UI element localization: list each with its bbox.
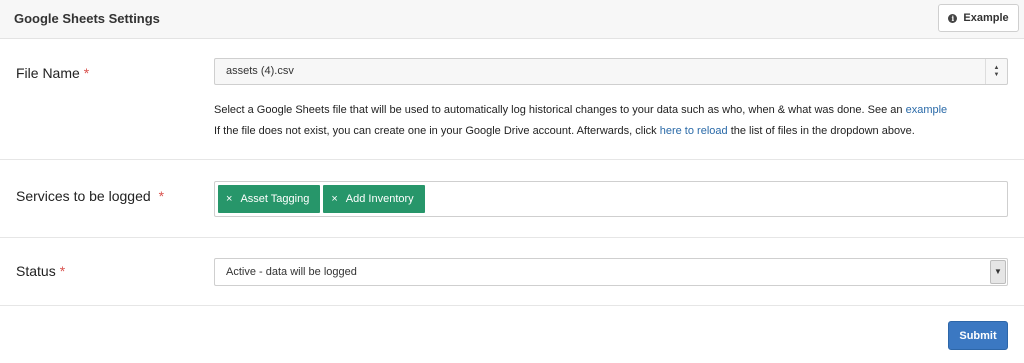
page-title: Google Sheets Settings [14,11,160,26]
settings-header: Google Sheets Settings i Example [0,0,1024,39]
remove-tag-icon[interactable]: × [331,193,337,205]
status-value: Active - data will be logged [226,266,357,278]
required-mark: * [83,65,90,81]
example-button-label: Example [963,12,1009,24]
services-label-text: Services to be logged [16,188,151,204]
file-name-label-text: File Name [16,65,80,81]
file-help-line2-suffix: the list of files in the dropdown above. [730,125,915,137]
services-row: Services to be logged * × Asset Tagging ×… [0,160,1024,238]
file-help-line1: Select a Google Sheets file that will be… [214,104,903,116]
status-row: Status * Active - data will be logged ▼ [0,238,1024,306]
file-name-value: assets (4).csv [226,65,294,77]
service-tag-asset-tagging[interactable]: × Asset Tagging [218,185,321,213]
services-multiselect[interactable]: × Asset Tagging × Add Inventory [214,181,1008,217]
file-help-text-2: If the file does not exist, you can crea… [214,125,915,137]
info-icon: i [948,13,958,23]
tag-label: Add Inventory [345,193,414,205]
service-tag-add-inventory[interactable]: × Add Inventory [323,185,425,213]
required-mark: * [158,188,165,204]
example-link[interactable]: example [906,104,948,116]
file-help-line2-prefix: If the file does not exist, you can crea… [214,125,657,137]
reload-link[interactable]: here to reload [660,125,728,137]
status-select[interactable]: Active - data will be logged ▼ [214,258,1008,286]
remove-tag-icon[interactable]: × [226,193,232,205]
status-label: Status * [16,263,65,279]
chevron-down-icon[interactable]: ▼ [990,260,1006,284]
tag-label: Asset Tagging [240,193,310,205]
submit-button[interactable]: Submit [948,321,1008,350]
file-name-row: File Name * assets (4).csv ▲ ▼ Select a Go… [0,39,1024,160]
file-help-text: Select a Google Sheets file that will be… [214,104,947,116]
example-button[interactable]: i Example [938,4,1019,32]
file-name-select[interactable]: assets (4).csv ▲ ▼ [214,58,1008,85]
file-name-label: File Name * [16,65,89,81]
services-label: Services to be logged * [16,188,164,204]
required-mark: * [59,263,66,279]
status-label-text: Status [16,263,56,279]
select-arrows-icon[interactable]: ▲ ▼ [985,59,1007,84]
